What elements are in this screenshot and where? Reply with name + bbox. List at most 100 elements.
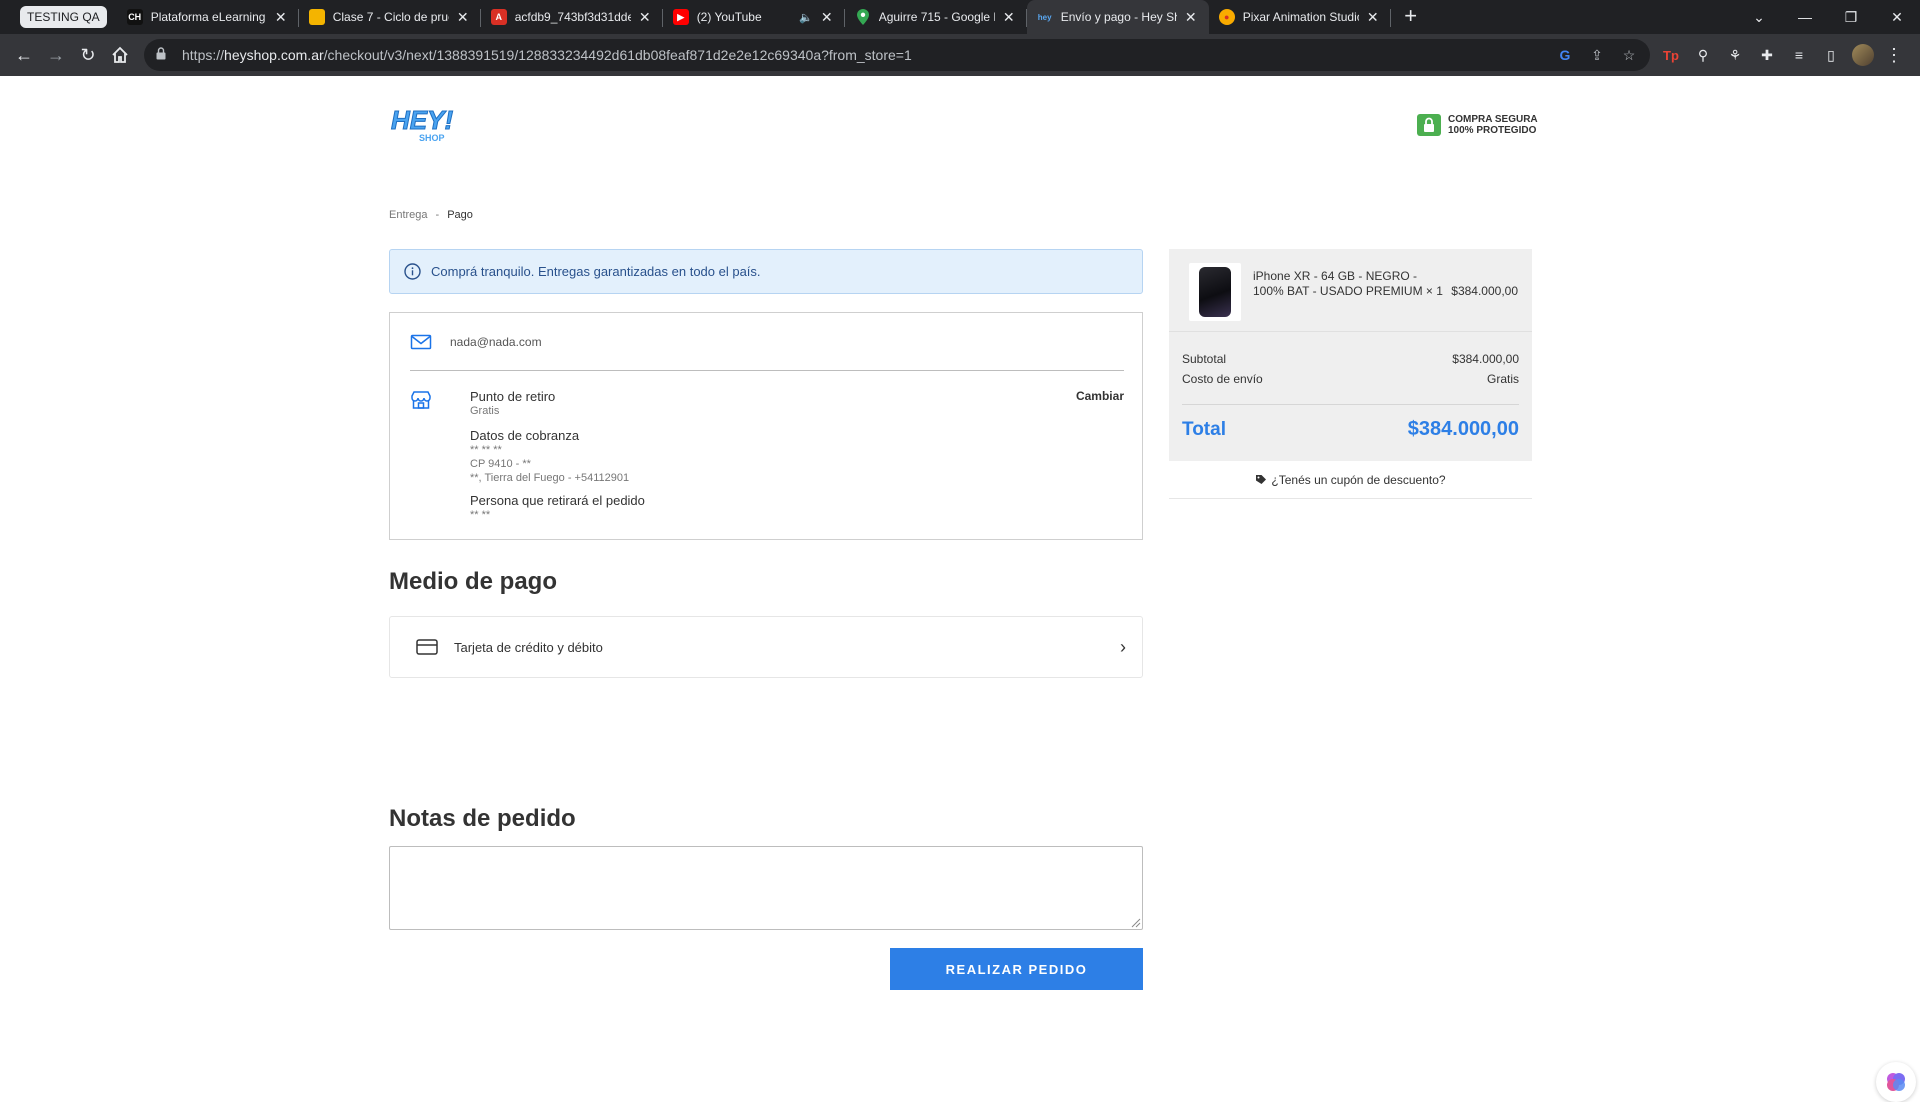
cart-divider	[1182, 404, 1519, 405]
slides-favicon-icon	[308, 9, 325, 25]
browser-menu-icon[interactable]: ⋮	[1884, 45, 1904, 66]
notice-text: Comprá tranquilo. Entregas garantizadas …	[431, 264, 761, 279]
secure-line-1: COMPRA SEGURA	[1448, 114, 1538, 125]
payment-section-title: Medio de pago	[389, 568, 557, 595]
shipping-cost-row: Costo de envío Gratis	[1182, 372, 1519, 386]
cart-summary: iPhone XR - 64 GB - NEGRO - 100% BAT - U…	[1169, 249, 1532, 461]
share-icon[interactable]: ⇪	[1588, 46, 1606, 64]
close-tab-icon[interactable]: ✕	[455, 9, 471, 25]
iphone-image	[1199, 267, 1231, 317]
breadcrumb: Entrega - Pago	[389, 209, 473, 221]
tab-pixar[interactable]: ● Pixar Animation Studios ✕	[1209, 0, 1391, 34]
billing-line-1: ** ** **	[470, 444, 502, 456]
order-summary-box: nada@nada.com Punto de retiro Gratis Dat…	[389, 312, 1143, 540]
home-icon[interactable]	[104, 39, 136, 71]
billing-line-3: **, Tierra del Fuego - +54112901	[470, 472, 630, 484]
pixar-favicon-icon: ●	[1218, 9, 1235, 25]
tab-search-icon[interactable]: ⌄	[1736, 9, 1782, 26]
browser-toolbar: ← → ↻ https://heyshop.com.ar/checkout/v3…	[0, 34, 1920, 76]
payment-option-card[interactable]: Tarjeta de crédito y débito ›	[389, 616, 1143, 678]
pdf-favicon-icon: A	[490, 9, 507, 25]
close-tab-icon[interactable]: ✕	[273, 9, 289, 25]
tab-maps[interactable]: Aguirre 715 - Google Maps ✕	[845, 0, 1027, 34]
total-value: $384.000,00	[1407, 418, 1519, 440]
media-control-icon[interactable]: ≡	[1788, 44, 1810, 66]
change-shipping-link[interactable]: Cambiar	[1076, 389, 1124, 403]
restore-icon[interactable]: ❐	[1828, 9, 1874, 26]
order-notes-textarea[interactable]	[389, 846, 1143, 930]
url-host: heyshop.com.ar	[224, 47, 324, 63]
logo-text: HEY!	[391, 105, 453, 135]
extension-icon[interactable]: ⚘	[1724, 44, 1746, 66]
browser-tabstrip: TESTING QA CH Plataforma eLearning de Co…	[0, 0, 1920, 34]
side-panel-icon[interactable]: ▯	[1820, 44, 1842, 66]
tp-extension-icon[interactable]: Tp	[1660, 44, 1682, 66]
secure-line-2: 100% PROTEGIDO	[1448, 125, 1537, 136]
key-extension-icon[interactable]: ⚲	[1692, 44, 1714, 66]
close-window-icon[interactable]: ✕	[1874, 9, 1920, 26]
forward-icon[interactable]: →	[40, 39, 72, 71]
tab-heyshop[interactable]: hey Envío y pago - Hey Shop! ✕	[1026, 0, 1209, 34]
tab-title: Envío y pago - Hey Shop!	[1060, 10, 1177, 24]
bookmark-star-icon[interactable]: ☆	[1620, 46, 1638, 64]
tab-slides[interactable]: Clase 7 - Ciclo de pruebas - Google Slid…	[299, 0, 481, 34]
url-prefix: https://	[182, 47, 225, 63]
tab-title: Pixar Animation Studios	[1242, 10, 1359, 24]
total-label: Total	[1182, 419, 1226, 440]
url-path: /checkout/v3/next/1388391519/12883323449…	[323, 47, 912, 63]
shipping-cost-value: Gratis	[1486, 372, 1519, 386]
coupon-link[interactable]: ¿Tenés un cupón de descuento?	[1169, 461, 1532, 499]
close-tab-icon[interactable]: ✕	[819, 9, 835, 25]
pickup-person-title: Persona que retirará el pedido	[470, 493, 645, 508]
youtube-favicon-icon: ▶	[672, 9, 689, 25]
close-tab-icon[interactable]: ✕	[1365, 9, 1381, 25]
shipping-cost: Gratis	[470, 405, 500, 417]
shipping-cost-label: Costo de envío	[1182, 372, 1263, 386]
tab-title: (2) YouTube	[696, 10, 762, 24]
speaker-icon[interactable]: 🔈	[799, 11, 813, 24]
pickup-person-name: ** **	[470, 509, 491, 521]
payment-option-label: Tarjeta de crédito y débito	[454, 639, 603, 655]
subtotal-value: $384.000,00	[1452, 352, 1519, 366]
coderhouse-favicon-icon: CH	[126, 9, 143, 25]
info-notice: Comprá tranquilo. Entregas garantizadas …	[389, 249, 1143, 294]
product-price: $384.000,00	[1451, 284, 1518, 298]
tab-youtube[interactable]: ▶ (2) YouTube 🔈 ✕	[663, 0, 845, 34]
breadcrumb-entrega[interactable]: Entrega	[389, 209, 428, 221]
breadcrumb-pago: Pago	[447, 209, 473, 221]
tab-title: Aguirre 715 - Google Maps	[878, 10, 995, 24]
maps-pin-icon	[855, 9, 871, 25]
window-controls: ⌄ — ❐ ✕	[1736, 0, 1920, 34]
tab-pdf[interactable]: A acfdb9_743bf3d31dde4957860 ✕	[481, 0, 663, 34]
subtotal-row: Subtotal $384.000,00	[1182, 352, 1519, 366]
minimize-icon[interactable]: —	[1782, 9, 1828, 25]
puzzle-icon[interactable]: ✚	[1756, 44, 1778, 66]
lock-icon[interactable]	[156, 47, 170, 63]
tab-title: Clase 7 - Ciclo de pruebas - Google Slid…	[332, 10, 449, 24]
assistant-widget-icon[interactable]	[1876, 1062, 1916, 1102]
close-tab-icon[interactable]: ✕	[637, 9, 653, 25]
tab-title: Plataforma eLearning de Coderhouse	[150, 10, 267, 24]
mail-icon	[410, 334, 432, 350]
tab-group-label[interactable]: TESTING QA	[20, 6, 107, 28]
subtotal-label: Subtotal	[1182, 352, 1227, 366]
back-icon[interactable]: ←	[8, 39, 40, 71]
credit-card-icon	[416, 639, 438, 655]
close-tab-icon[interactable]: ✕	[1183, 9, 1199, 25]
close-tab-icon[interactable]: ✕	[1001, 9, 1017, 25]
breadcrumb-separator: -	[435, 209, 440, 221]
total-row: Total $384.000,00	[1182, 418, 1519, 441]
address-bar[interactable]: https://heyshop.com.ar/checkout/v3/next/…	[144, 39, 1650, 71]
checkout-page: HEY! SHOP COMPRA SEGURA 100% PROTEGIDO E…	[0, 76, 1920, 1102]
tab-coderhouse[interactable]: CH Plataforma eLearning de Coderhouse ✕	[117, 0, 299, 34]
chevron-right-icon: ›	[1120, 636, 1126, 657]
reload-icon[interactable]: ↻	[72, 39, 104, 71]
google-icon[interactable]: G	[1556, 46, 1574, 64]
tab-title: acfdb9_743bf3d31dde4957860	[514, 10, 631, 24]
heyshop-favicon-icon: hey	[1037, 12, 1052, 22]
heyshop-logo[interactable]: HEY! SHOP	[389, 103, 461, 145]
place-order-button[interactable]: REALIZAR PEDIDO	[890, 948, 1143, 990]
new-tab-button[interactable]: +	[1397, 3, 1425, 31]
profile-avatar[interactable]	[1852, 44, 1874, 66]
resize-grip-icon[interactable]	[1131, 918, 1141, 928]
